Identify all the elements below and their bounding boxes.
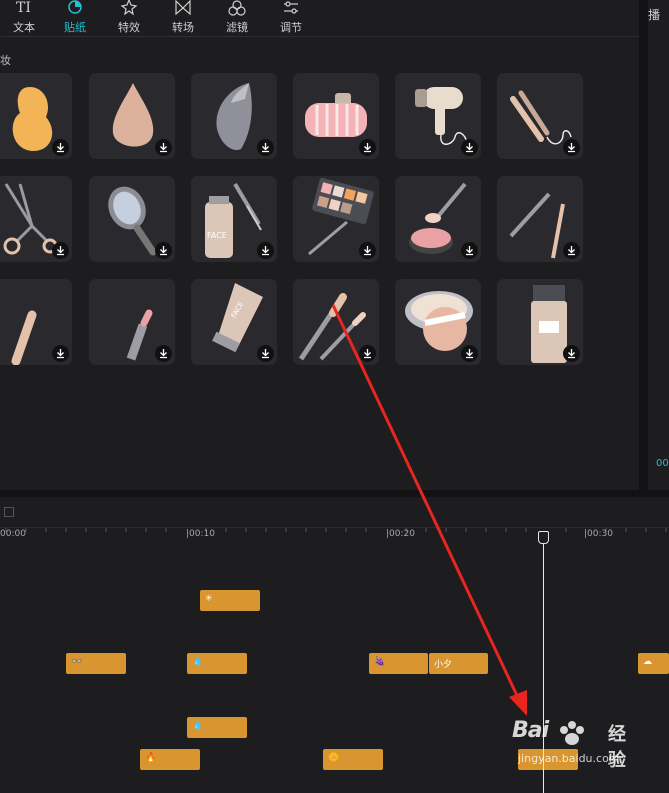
- sticker-card-powder-puff[interactable]: [395, 279, 481, 365]
- clip-thumbnail: 👓: [71, 657, 83, 667]
- sticker-clip[interactable]: 💧: [187, 717, 247, 738]
- sticker-card-sponge-orange[interactable]: [0, 73, 72, 159]
- sticker-card-sponge-gray[interactable]: [191, 73, 277, 159]
- tab-filter[interactable]: 滤镜: [213, 0, 261, 36]
- tab-sticker[interactable]: 贴纸: [51, 0, 99, 36]
- effects-icon: [120, 0, 138, 16]
- download-icon[interactable]: [52, 345, 69, 362]
- ruler-label: |00:30: [584, 529, 613, 539]
- preview-panel: 播 00: [648, 0, 669, 490]
- preview-timecode: 00: [656, 458, 669, 469]
- tab-effects-label: 特效: [118, 21, 140, 34]
- sticker-clip[interactable]: 🌼: [323, 749, 383, 770]
- tab-adjust[interactable]: 调节: [267, 0, 315, 36]
- category-tab-bar: TI 文本 贴纸 特效 转场 滤镜 调节: [0, 0, 639, 37]
- sticker-card-blush-compact[interactable]: [395, 176, 481, 262]
- time-ruler[interactable]: 00:00 |00:10 |00:20 |00:30: [0, 527, 669, 544]
- clip-thumbnail: ✳: [205, 594, 213, 604]
- download-icon[interactable]: [257, 345, 274, 362]
- ruler-label: 00:00: [0, 529, 26, 539]
- sticker-card-hand-mirror[interactable]: [89, 176, 175, 262]
- download-icon[interactable]: [52, 139, 69, 156]
- filter-icon: [228, 0, 246, 16]
- timeline-panel: 00:00 |00:10 |00:20 |00:30 ✳ 👓 💧 🍇 小夕 ☁ …: [0, 497, 669, 793]
- download-icon[interactable]: [155, 242, 172, 259]
- sticker-card-eyeliner-pencils[interactable]: [497, 176, 583, 262]
- adjust-icon: [284, 1, 298, 14]
- section-label: 妆: [0, 54, 11, 67]
- sticker-card-serum-bottle[interactable]: FACE: [191, 176, 277, 262]
- tab-text[interactable]: TI 文本: [0, 0, 48, 36]
- sticker-clip[interactable]: 小夕: [429, 653, 488, 674]
- download-icon[interactable]: [359, 242, 376, 259]
- preview-title: 播: [648, 8, 661, 22]
- ruler-label: |00:20: [386, 529, 415, 539]
- download-icon[interactable]: [563, 139, 580, 156]
- tab-transition-label: 转场: [172, 21, 194, 34]
- sticker-card-face-cream[interactable]: FACE: [191, 279, 277, 365]
- tab-sticker-label: 贴纸: [64, 21, 86, 34]
- sticker-clip[interactable]: ✳: [200, 590, 260, 611]
- download-icon[interactable]: [563, 345, 580, 362]
- clip-thumbnail: 🌼: [328, 753, 340, 763]
- sticker-clip[interactable]: [518, 749, 578, 770]
- transition-icon: [175, 0, 191, 16]
- download-icon[interactable]: [52, 242, 69, 259]
- ruler-label: |00:10: [186, 529, 215, 539]
- tab-text-label: 文本: [13, 21, 35, 34]
- download-icon[interactable]: [155, 139, 172, 156]
- sticker-card-hair-straightener[interactable]: [497, 73, 583, 159]
- clip-thumbnail: 🔥: [145, 753, 157, 763]
- download-icon[interactable]: [359, 345, 376, 362]
- sticker-card-hair-dryer[interactable]: [395, 73, 481, 159]
- download-icon[interactable]: [257, 139, 274, 156]
- playhead-handle[interactable]: [538, 531, 549, 544]
- tab-filter-label: 滤镜: [226, 21, 248, 34]
- timeline-toolbar: [0, 497, 669, 527]
- tab-transition[interactable]: 转场: [159, 0, 207, 36]
- sticker-card-lipstick[interactable]: [89, 279, 175, 365]
- tab-effects[interactable]: 特效: [105, 0, 153, 36]
- sticker-panel: TI 文本 贴纸 特效 转场 滤镜 调节 妆 FACE FACE: [0, 0, 639, 490]
- sticker-card-concealer[interactable]: [0, 279, 72, 365]
- download-icon[interactable]: [563, 242, 580, 259]
- text-icon: TI: [16, 0, 31, 16]
- sticker-clip[interactable]: 👓: [66, 653, 126, 674]
- tab-adjust-label: 调节: [280, 21, 302, 34]
- clip-thumbnail: 🍇: [374, 657, 386, 667]
- sticker-clip[interactable]: 💧: [187, 653, 247, 674]
- sticker-clip[interactable]: 🍇: [369, 653, 428, 674]
- sticker-card-eyelash-curler[interactable]: [0, 176, 72, 262]
- sticker-clip[interactable]: ☁: [638, 653, 669, 674]
- sticker-card-eyeshadow-palette[interactable]: [293, 176, 379, 262]
- clip-thumbnail: 💧: [192, 721, 204, 731]
- crop-icon[interactable]: [4, 507, 14, 517]
- download-icon[interactable]: [461, 242, 478, 259]
- sticker-card-sponge-beige[interactable]: [89, 73, 175, 159]
- sticker-card-hair-roller[interactable]: [293, 73, 379, 159]
- serum-bottle-label: FACE: [207, 231, 227, 240]
- svg-text:TI: TI: [16, 0, 31, 16]
- download-icon[interactable]: [461, 139, 478, 156]
- download-icon[interactable]: [359, 139, 376, 156]
- download-icon[interactable]: [461, 345, 478, 362]
- sticker-card-foundation[interactable]: [497, 279, 583, 365]
- clip-thumbnail: 💧: [192, 657, 204, 667]
- ruler-ticks: [5, 528, 667, 532]
- download-icon[interactable]: [155, 345, 172, 362]
- clip-thumbnail: ☁: [643, 657, 652, 667]
- clip-thumbnail: 小夕: [434, 660, 453, 670]
- download-icon[interactable]: [257, 242, 274, 259]
- sticker-clip[interactable]: 🔥: [140, 749, 200, 770]
- playhead-line: [543, 537, 544, 793]
- sticker-icon: [68, 0, 82, 14]
- sticker-card-makeup-brushes[interactable]: [293, 279, 379, 365]
